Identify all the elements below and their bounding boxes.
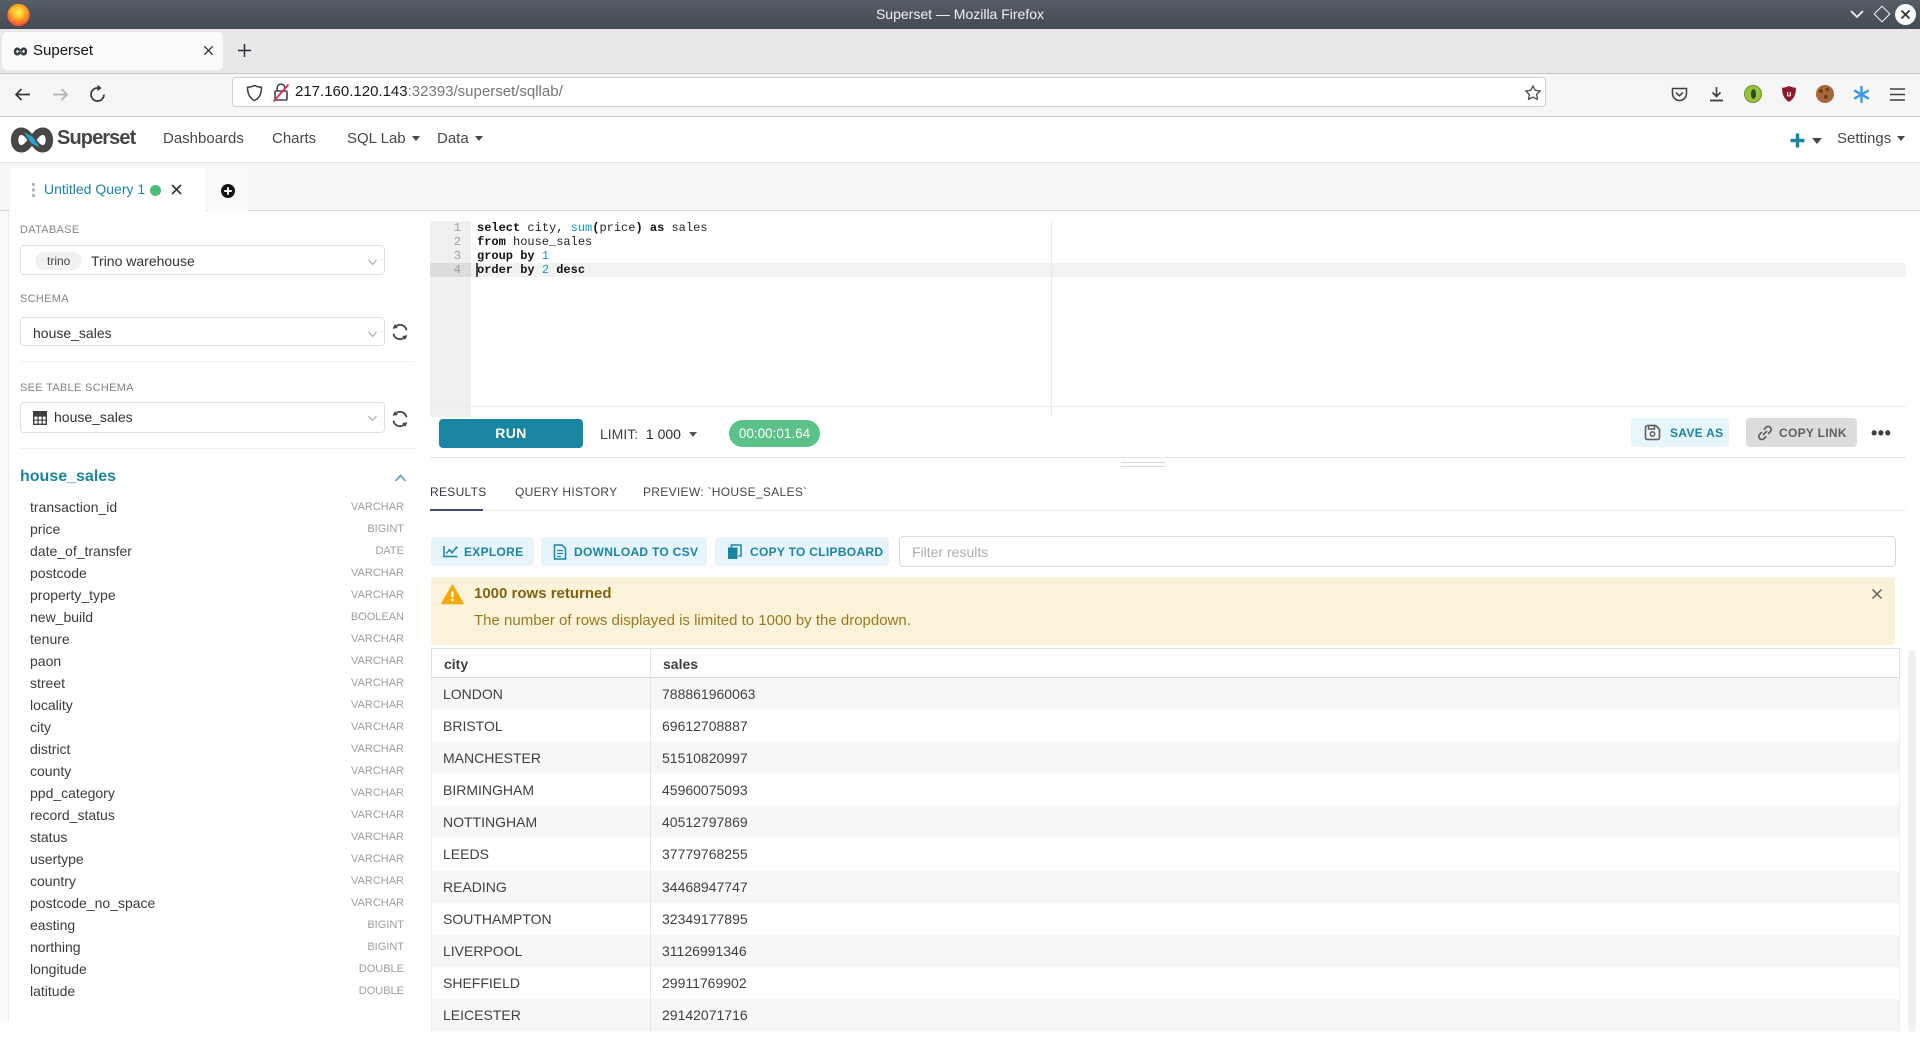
svg-text:u: u: [1787, 90, 1792, 99]
